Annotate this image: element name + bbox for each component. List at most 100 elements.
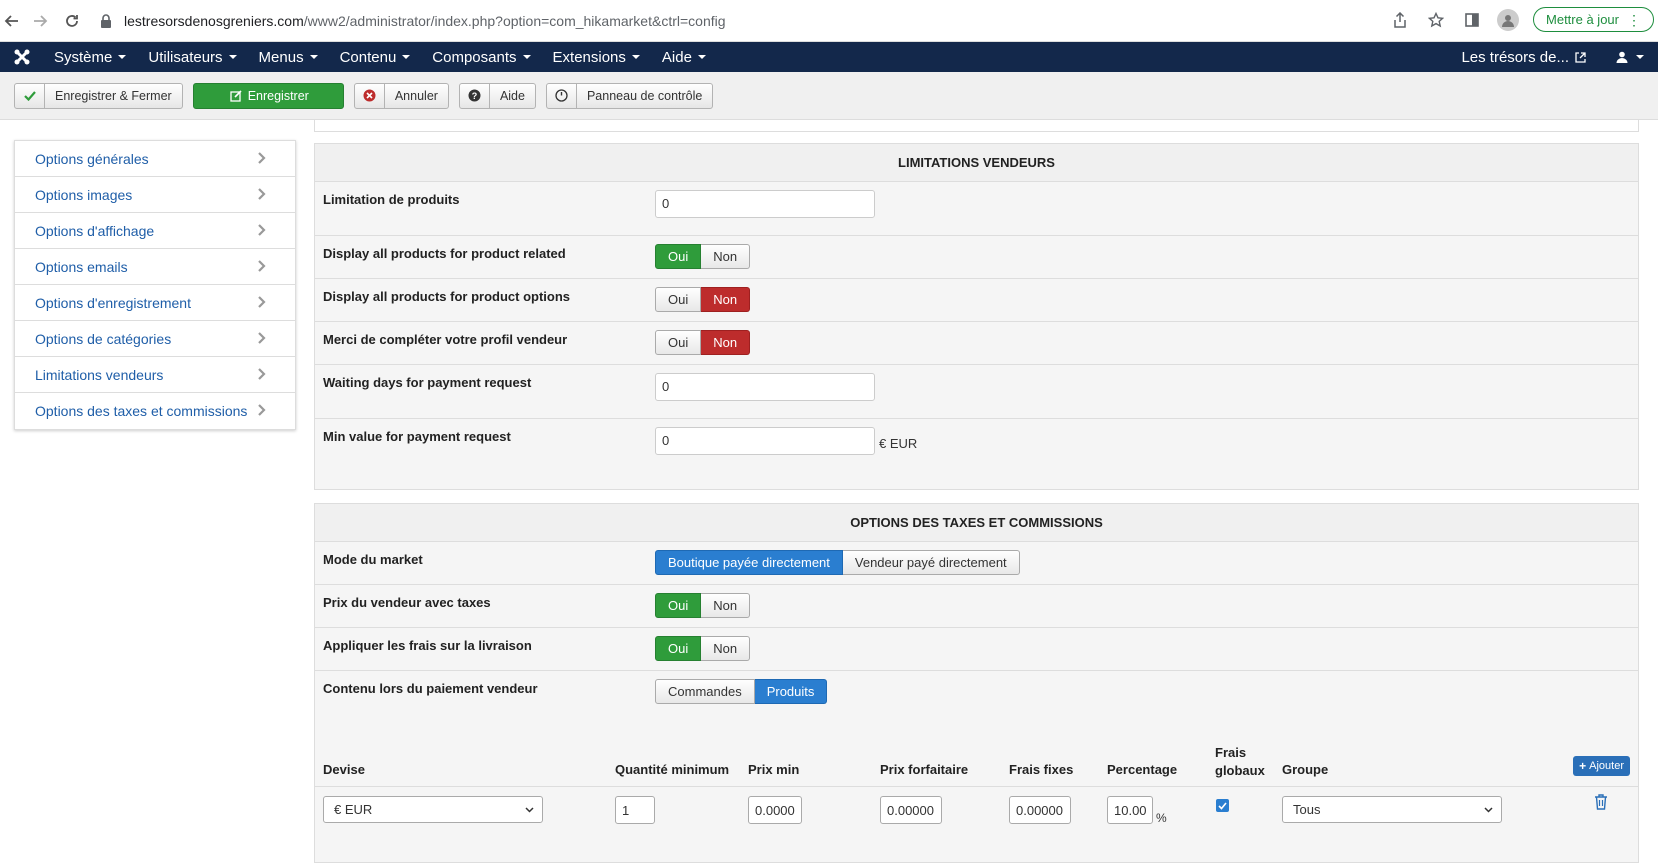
yes-button[interactable]: Oui xyxy=(655,330,702,355)
save-close-button[interactable]: Enregistrer & Fermer xyxy=(14,82,183,109)
column-header-min-qty: Quantité minimum xyxy=(615,762,730,777)
no-button[interactable]: Non xyxy=(701,636,751,661)
menu-users[interactable]: Utilisateurs xyxy=(148,48,237,66)
min-value-input[interactable]: 0 xyxy=(655,427,875,455)
currency-select[interactable]: € EUR xyxy=(323,796,543,823)
add-commission-button[interactable]: + Ajouter xyxy=(1573,756,1630,776)
save-button[interactable]: Enregistrer xyxy=(192,82,344,109)
min-qty-input[interactable]: 1 xyxy=(615,796,655,824)
group-select[interactable]: Tous xyxy=(1282,796,1502,823)
yes-button[interactable]: Oui xyxy=(655,636,702,661)
menu-extensions[interactable]: Extensions xyxy=(553,49,640,66)
menu-system[interactable]: Système xyxy=(54,49,127,66)
back-arrow-icon[interactable] xyxy=(0,9,24,33)
chevron-right-icon xyxy=(258,332,266,344)
trash-icon[interactable] xyxy=(1594,794,1608,810)
display-options-label: Display all products for product options xyxy=(323,289,571,304)
site-link[interactable]: Les trésors de... xyxy=(1461,49,1586,66)
edit-icon xyxy=(194,84,248,108)
profile-avatar-icon[interactable] xyxy=(1497,8,1520,31)
mode-vendor-button[interactable]: Vendeur payé directement xyxy=(842,550,1020,575)
yes-button[interactable]: Oui xyxy=(655,244,702,269)
market-mode-label: Mode du market xyxy=(323,552,423,567)
user-menu[interactable] xyxy=(1616,51,1644,63)
save-label: Enregistrer xyxy=(247,88,309,103)
complete-profile-toggle: Oui Non xyxy=(655,330,751,355)
reload-icon[interactable] xyxy=(60,9,84,33)
chevron-right-icon xyxy=(258,296,266,308)
joomla-logo-icon[interactable] xyxy=(0,42,44,72)
column-header-currency: Devise xyxy=(323,762,365,777)
apply-fees-shipping-label: Appliquer les frais sur la livraison xyxy=(323,638,532,653)
sidebar-item-display[interactable]: Options d'affichage xyxy=(15,213,295,249)
percentage-input[interactable]: 10.00 xyxy=(1107,796,1153,824)
sidebar-item-taxes-commissions[interactable]: Options des taxes et commissions xyxy=(15,393,295,429)
menu-components[interactable]: Composants xyxy=(432,49,531,66)
products-button[interactable]: Produits xyxy=(754,679,828,704)
min-price-input[interactable]: 0.0000 xyxy=(748,796,802,824)
sidebar-item-categories[interactable]: Options de catégories xyxy=(15,321,295,357)
no-button[interactable]: Non xyxy=(701,287,751,312)
vendor-price-tax-row: Prix du vendeur avec taxes Oui Non xyxy=(315,585,1638,628)
chevron-right-icon xyxy=(258,224,266,236)
global-fees-checkbox[interactable] xyxy=(1216,799,1229,812)
market-mode-toggle: Boutique payée directement Vendeur payé … xyxy=(655,550,1020,575)
share-icon[interactable] xyxy=(1389,9,1411,31)
browser-toolbar: lestresorsdenosgreniers.com/www2/adminis… xyxy=(0,0,1658,42)
update-browser-button[interactable]: Mettre à jour ⋮ xyxy=(1533,7,1654,32)
svg-text:?: ? xyxy=(472,91,478,101)
bookmark-star-icon[interactable] xyxy=(1425,9,1447,31)
no-button[interactable]: Non xyxy=(701,244,751,269)
orders-button[interactable]: Commandes xyxy=(655,679,755,704)
help-label: Aide xyxy=(499,88,525,103)
forward-arrow-icon[interactable] xyxy=(28,9,52,33)
sidebar-item-emails[interactable]: Options emails xyxy=(15,249,295,285)
control-panel-button[interactable]: Panneau de contrôle xyxy=(545,82,714,109)
mode-shop-button[interactable]: Boutique payée directement xyxy=(655,550,843,575)
fixed-fees-input[interactable]: 0.00000 xyxy=(1009,796,1071,824)
help-button[interactable]: ? Aide xyxy=(458,82,536,109)
flat-price-input[interactable]: 0.00000 xyxy=(880,796,942,824)
url-host: lestresorsdenosgreniers.com xyxy=(124,12,304,29)
sidebar-item-label: Limitations vendeurs xyxy=(35,366,164,383)
column-header-global-fees-line2: globaux xyxy=(1215,763,1265,778)
no-button[interactable]: Non xyxy=(701,330,751,355)
address-bar[interactable]: lestresorsdenosgreniers.com/www2/adminis… xyxy=(98,13,726,29)
payment-content-toggle: Commandes Produits xyxy=(655,679,828,704)
yes-button[interactable]: Oui xyxy=(655,287,702,312)
product-limit-input[interactable]: 0 xyxy=(655,190,875,218)
table-divider xyxy=(315,786,1638,787)
column-header-fixed-fees: Frais fixes xyxy=(1009,762,1074,777)
yes-button[interactable]: Oui xyxy=(655,593,702,618)
kebab-menu-icon: ⋮ xyxy=(1627,11,1641,28)
menu-help[interactable]: Aide xyxy=(662,49,706,66)
caret-down-icon xyxy=(631,55,640,59)
menu-label: Extensions xyxy=(552,48,626,66)
product-limit-label: Limitation de produits xyxy=(323,192,460,207)
lock-icon xyxy=(101,13,111,28)
sidebar-item-general[interactable]: Options générales xyxy=(15,141,295,177)
payment-content-label: Contenu lors du paiement vendeur xyxy=(323,681,538,696)
payment-content-row: Contenu lors du paiement vendeur Command… xyxy=(315,671,1638,714)
caret-down-icon xyxy=(1636,55,1644,59)
cancel-button[interactable]: Annuler xyxy=(353,82,449,109)
sidebar-item-label: Options des taxes et commissions xyxy=(35,403,248,419)
check-icon xyxy=(15,83,45,108)
product-limit-row: Limitation de produits 0 xyxy=(315,182,1638,236)
display-options-row: Display all products for product options… xyxy=(315,279,1638,322)
currency-suffix: € EUR xyxy=(879,436,918,451)
waiting-days-input[interactable]: 0 xyxy=(655,373,875,401)
sidebar-item-vendor-limits[interactable]: Limitations vendeurs xyxy=(15,357,295,393)
sidebar-item-label: Options de catégories xyxy=(35,330,172,347)
menu-label: Utilisateurs xyxy=(148,48,223,66)
user-icon xyxy=(1616,51,1628,63)
sidebar-item-registration[interactable]: Options d'enregistrement xyxy=(15,285,295,321)
sidebar-item-images[interactable]: Options images xyxy=(15,177,295,213)
chevron-right-icon xyxy=(258,260,266,272)
display-options-toggle: Oui Non xyxy=(655,287,751,312)
side-panel-icon[interactable] xyxy=(1461,9,1483,31)
checkmark-icon xyxy=(1218,801,1227,810)
menu-menus[interactable]: Menus xyxy=(259,49,318,66)
menu-content[interactable]: Contenu xyxy=(340,49,411,66)
no-button[interactable]: Non xyxy=(701,593,751,618)
